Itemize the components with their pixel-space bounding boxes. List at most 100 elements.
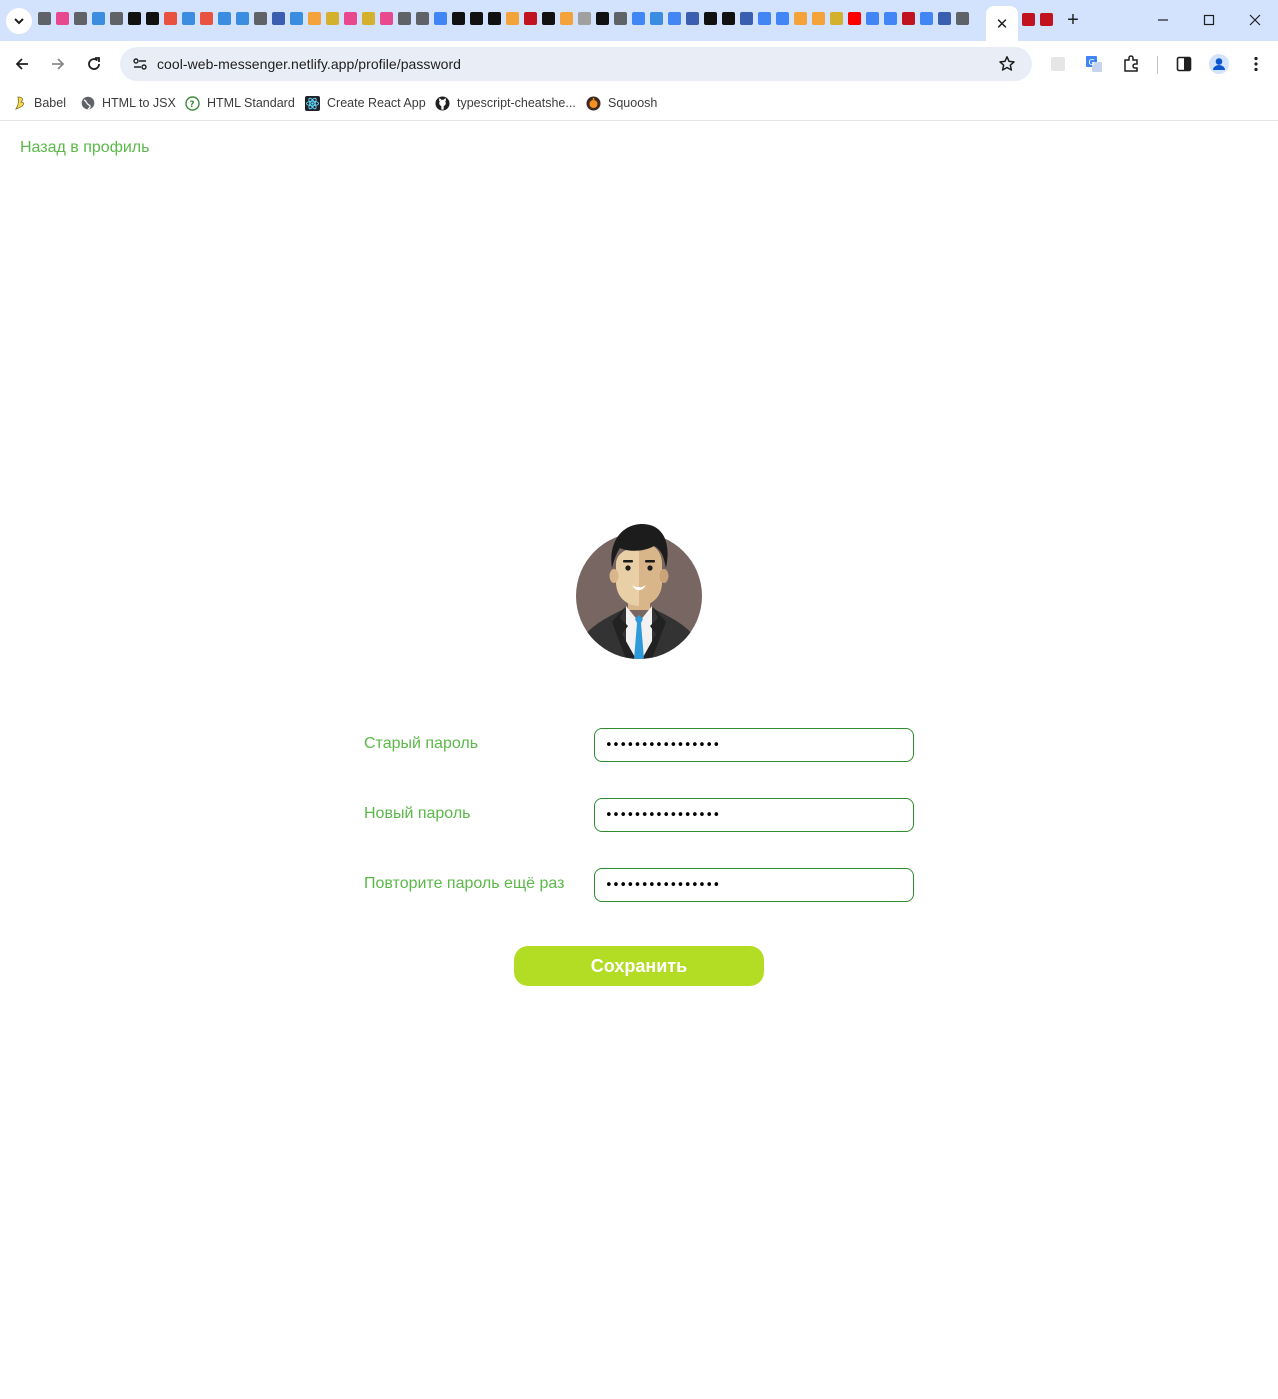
bookmark-create-react-app[interactable]: Create React App bbox=[305, 93, 426, 113]
tab-favicon[interactable] bbox=[956, 12, 969, 25]
react-icon bbox=[305, 95, 320, 111]
tab-favicon[interactable] bbox=[272, 12, 285, 25]
tab-favicon[interactable] bbox=[290, 12, 303, 25]
back-button[interactable] bbox=[10, 52, 34, 76]
tab-favicon[interactable] bbox=[470, 12, 483, 25]
tab-favicon[interactable] bbox=[596, 12, 609, 25]
extensions-puzzle-icon[interactable] bbox=[1120, 53, 1142, 75]
tab-favicon[interactable] bbox=[92, 12, 105, 25]
tab-favicon[interactable] bbox=[344, 12, 357, 25]
tab-favicon[interactable] bbox=[578, 12, 591, 25]
close-window-button[interactable] bbox=[1240, 8, 1270, 32]
back-to-profile-link[interactable]: Назад в профиль bbox=[20, 139, 149, 157]
tab-favicon[interactable] bbox=[488, 12, 501, 25]
tab-favicon[interactable] bbox=[110, 12, 123, 25]
forward-button[interactable] bbox=[46, 52, 70, 76]
tab-favicon[interactable] bbox=[434, 12, 447, 25]
tab-favicon[interactable] bbox=[128, 12, 141, 25]
tab-favicon[interactable] bbox=[308, 12, 321, 25]
babel-icon bbox=[12, 96, 27, 111]
tab-favicon[interactable] bbox=[146, 12, 159, 25]
tab-favicon[interactable] bbox=[362, 12, 375, 25]
question-icon: ? bbox=[185, 95, 200, 111]
translate-icon[interactable]: G bbox=[1083, 53, 1105, 75]
tab-favicon[interactable] bbox=[326, 12, 339, 25]
pinned-tabs bbox=[38, 12, 974, 30]
old-password-input[interactable] bbox=[594, 728, 914, 762]
tab-favicon[interactable] bbox=[218, 12, 231, 25]
tab-favicon[interactable] bbox=[56, 12, 69, 25]
tab-favicon[interactable] bbox=[524, 12, 537, 25]
tab-favicon[interactable] bbox=[830, 12, 843, 25]
menu-kebab-icon[interactable] bbox=[1245, 53, 1267, 75]
bookmark-babel[interactable]: Babel bbox=[12, 93, 66, 113]
globe-icon bbox=[80, 96, 95, 111]
tab-favicon[interactable] bbox=[398, 12, 411, 25]
tab-favicon[interactable] bbox=[506, 12, 519, 25]
minimize-button[interactable] bbox=[1148, 8, 1178, 32]
tab-favicon[interactable] bbox=[236, 12, 249, 25]
bookmark-typescript-cheatsheet[interactable]: typescript-cheatshe... bbox=[435, 93, 576, 113]
tab-favicon[interactable] bbox=[1022, 13, 1035, 26]
tab-favicon[interactable] bbox=[884, 12, 897, 25]
url-text[interactable]: cool-web-messenger.netlify.app/profile/p… bbox=[157, 56, 461, 72]
tab-favicon[interactable] bbox=[200, 12, 213, 25]
tab-favicon[interactable] bbox=[632, 12, 645, 25]
tab-favicon[interactable] bbox=[794, 12, 807, 25]
tab-favicon[interactable] bbox=[416, 12, 429, 25]
svg-text:?: ? bbox=[189, 100, 194, 110]
tab-favicon[interactable] bbox=[704, 12, 717, 25]
tab-favicon[interactable] bbox=[380, 12, 393, 25]
site-info-icon[interactable] bbox=[128, 52, 152, 76]
tab-favicon[interactable] bbox=[668, 12, 681, 25]
bookmarks-bar: Babel HTML to JSX ? HTML Standard Create… bbox=[0, 87, 1278, 121]
old-password-row: Старый пароль bbox=[364, 728, 914, 762]
tab-favicon[interactable] bbox=[254, 12, 267, 25]
side-panel-icon[interactable] bbox=[1173, 53, 1195, 75]
tab-search-button[interactable] bbox=[6, 8, 32, 34]
reload-button[interactable] bbox=[82, 52, 106, 76]
bookmark-html-to-jsx[interactable]: HTML to JSX bbox=[80, 93, 176, 113]
tab-favicon[interactable] bbox=[1040, 13, 1053, 26]
tab-favicon[interactable] bbox=[452, 12, 465, 25]
tab-favicon[interactable] bbox=[920, 12, 933, 25]
avatar[interactable] bbox=[576, 522, 702, 659]
new-tab-button[interactable]: + bbox=[1062, 9, 1084, 31]
profile-avatar-icon[interactable] bbox=[1208, 53, 1230, 75]
bookmark-squoosh[interactable]: Squoosh bbox=[586, 93, 657, 113]
extension-icon[interactable] bbox=[1047, 53, 1069, 75]
new-password-row: Новый пароль bbox=[364, 798, 914, 832]
tab-close-icon[interactable]: ✕ bbox=[996, 15, 1009, 33]
github-icon bbox=[435, 96, 450, 111]
tab-favicon[interactable] bbox=[614, 12, 627, 25]
tab-favicon[interactable] bbox=[542, 12, 555, 25]
tab-strip: ✕ + bbox=[0, 0, 1278, 41]
active-tab[interactable]: ✕ bbox=[986, 6, 1018, 41]
tab-favicon[interactable] bbox=[686, 12, 699, 25]
new-password-input[interactable] bbox=[594, 798, 914, 832]
tab-favicon[interactable] bbox=[902, 12, 915, 25]
tab-favicon[interactable] bbox=[182, 12, 195, 25]
tab-favicon[interactable] bbox=[866, 12, 879, 25]
tab-favicon[interactable] bbox=[164, 12, 177, 25]
bookmark-html-standard[interactable]: ? HTML Standard bbox=[185, 93, 295, 113]
tab-favicon[interactable] bbox=[722, 12, 735, 25]
repeat-password-input[interactable] bbox=[594, 868, 914, 902]
tab-favicon[interactable] bbox=[560, 12, 573, 25]
tab-favicon[interactable] bbox=[776, 12, 789, 25]
tab-favicon[interactable] bbox=[938, 12, 951, 25]
old-password-label: Старый пароль bbox=[364, 735, 479, 752]
tab-favicon[interactable] bbox=[38, 12, 51, 25]
maximize-button[interactable] bbox=[1194, 8, 1224, 32]
tab-favicon[interactable] bbox=[812, 12, 825, 25]
arrow-left-icon bbox=[15, 58, 28, 70]
save-button[interactable]: Сохранить bbox=[514, 946, 764, 986]
tab-favicon[interactable] bbox=[758, 12, 771, 25]
bookmark-star-icon[interactable] bbox=[996, 53, 1018, 75]
tab-favicon[interactable] bbox=[740, 12, 753, 25]
tab-favicon[interactable] bbox=[650, 12, 663, 25]
tab-favicon[interactable] bbox=[848, 12, 861, 25]
tab-favicon[interactable] bbox=[74, 12, 87, 25]
squoosh-icon bbox=[586, 96, 601, 111]
address-bar[interactable]: cool-web-messenger.netlify.app/profile/p… bbox=[120, 47, 1032, 81]
